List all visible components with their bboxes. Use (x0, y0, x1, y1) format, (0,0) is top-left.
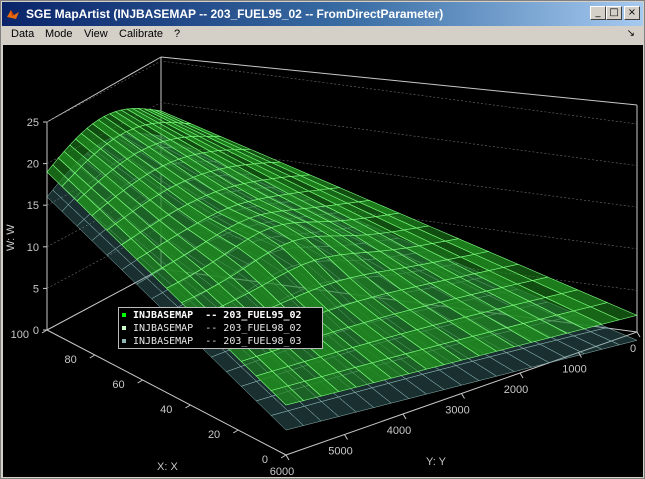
legend-entry-2: INJBASEMAP -- 203_FUEL98_02 (119, 322, 322, 335)
legend-marker-icon (122, 313, 126, 317)
z-axis-label: W: W (5, 224, 17, 251)
matlab-logo-icon (7, 10, 19, 19)
x-tick-label: 100 (11, 329, 29, 341)
title-bar[interactable]: SGE MapArtist (INJBASEMAP -- 203_FUEL95_… (2, 2, 643, 26)
legend-label-2: INJBASEMAP -- 203_FUEL98_02 (133, 323, 302, 334)
legend-label-3: INJBASEMAP -- 203_FUEL98_03 (133, 336, 302, 347)
y-tick-label: 5000 (328, 446, 352, 458)
x-tick-label: 80 (65, 354, 77, 366)
y-tick-label: 0 (630, 343, 636, 355)
y-tick-label: 6000 (270, 466, 294, 477)
x-tick-label: 40 (160, 404, 172, 416)
x-tick-label: 60 (112, 379, 124, 391)
x-tick-label: 0 (262, 454, 268, 466)
y-tick-label: 1000 (562, 364, 586, 376)
legend-marker-icon (122, 339, 126, 343)
app-window: SGE MapArtist (INJBASEMAP -- 203_FUEL95_… (0, 0, 645, 479)
surface-plot[interactable]: 0 5 10 15 20 25 0 20 40 60 80 100 0 1000 2000 3000 400… (3, 45, 643, 477)
menu-help[interactable]: ? (174, 28, 180, 40)
x-axis-label: X: X (157, 461, 178, 473)
legend-entry-1: INJBASEMAP -- 203_FUEL95_02 (119, 309, 322, 322)
z-tick-label: 0 (33, 325, 39, 337)
legend-entry-3: INJBASEMAP -- 203_FUEL98_03 (119, 335, 322, 348)
menu-calibrate[interactable]: Calibrate (119, 28, 163, 40)
menu-view[interactable]: View (84, 28, 108, 40)
z-tick-label: 25 (27, 117, 39, 129)
z-tick-label: 15 (27, 200, 39, 212)
z-tick-label: 10 (27, 242, 39, 254)
y-tick-label: 3000 (445, 405, 469, 417)
legend[interactable]: INJBASEMAP -- 203_FUEL95_02 INJBASEMAP -… (118, 307, 323, 349)
legend-marker-icon (122, 326, 126, 330)
menu-data[interactable]: Data (11, 28, 34, 40)
y-tick-label: 4000 (387, 425, 411, 437)
z-tick-label: 5 (33, 283, 39, 295)
resize-corner-icon[interactable]: ↘ (627, 28, 635, 39)
menu-mode[interactable]: Mode (45, 28, 73, 40)
y-axis-label: Y: Y (426, 456, 447, 468)
maximize-button[interactable]: □ (606, 6, 622, 20)
close-button[interactable]: × (624, 6, 640, 20)
z-tick-label: 20 (27, 159, 39, 171)
window-title: SGE MapArtist (INJBASEMAP -- 203_FUEL95_… (26, 7, 444, 21)
y-tick-label: 2000 (504, 384, 528, 396)
minimize-button[interactable]: _ (590, 6, 606, 20)
legend-label-1: INJBASEMAP -- 203_FUEL95_02 (133, 310, 302, 321)
menu-bar: Data Mode View Calibrate ? ↘ (2, 26, 643, 44)
x-tick-label: 20 (208, 429, 220, 441)
